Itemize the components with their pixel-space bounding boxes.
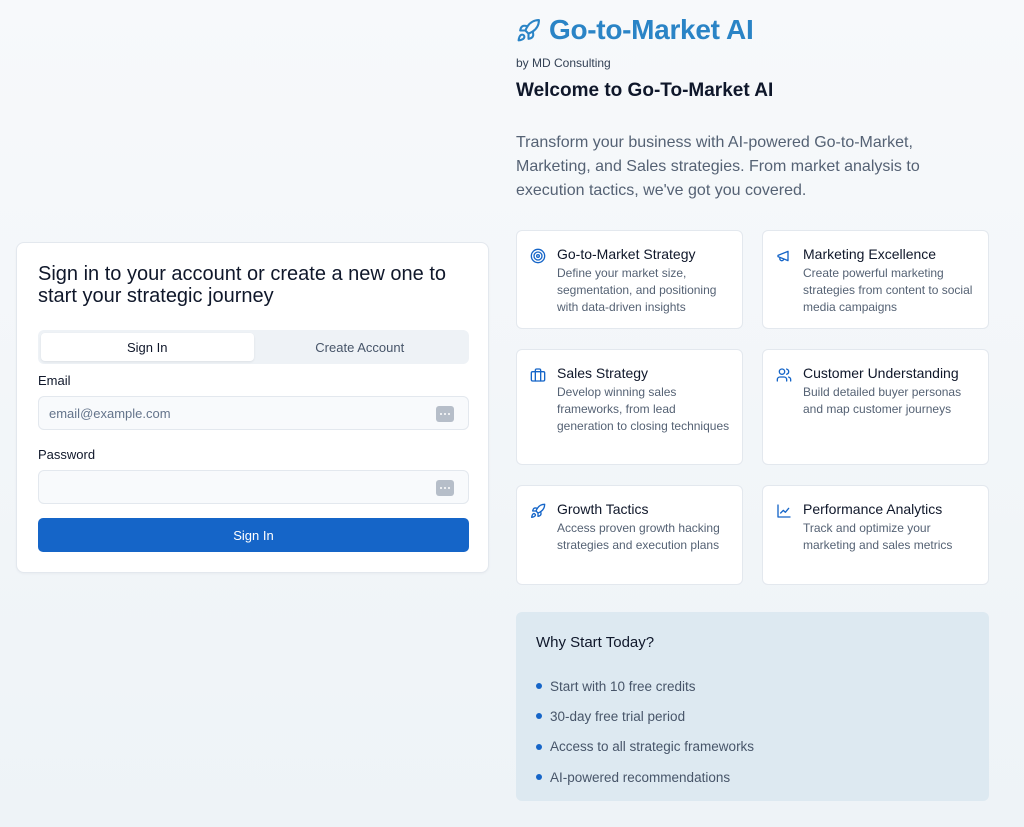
feature-card-analytics: Performance Analytics Track and optimize… [762,485,989,585]
rocket-icon [517,18,540,41]
brand-byline: by MD Consulting [516,56,611,70]
tab-create-account[interactable]: Create Account [254,333,467,361]
feature-description: Build detailed buyer personas and map cu… [803,385,962,416]
auth-tabs: Sign In Create Account [38,330,469,364]
bullet-dot [536,713,542,720]
intro-text: Transform your business with AI-powered … [516,134,920,199]
feature-description: Access proven growth hacking strategies … [557,521,720,552]
password-field[interactable] [39,471,468,503]
brand-name: Go-to-Market AI [549,14,754,45]
feature-description: Define your market size, segmentation, a… [557,266,717,314]
bullet-dot [536,743,542,750]
list-item-text: Start with 10 free credits [550,678,696,694]
megaphone-icon [777,250,789,262]
why-start-today: Why Start Today? Start with 10 free cred… [516,612,989,801]
password-field-wrapper [38,470,469,504]
list-item-text: Access to all strategic frameworks [550,739,755,755]
why-list: Start with 10 free credits 30-day free t… [536,671,754,792]
password-manager-icon[interactable] [436,480,454,496]
rocket-icon [531,503,546,518]
feature-card-growth: Growth Tactics Access proven growth hack… [516,485,743,585]
email-field-wrapper [38,396,469,430]
bullet-dot [536,774,542,781]
why-title: Why Start Today? [536,634,655,651]
feature-title: Marketing Excellence [803,246,937,262]
feature-card-customer: Customer Understanding Build detailed bu… [762,349,989,465]
tab-sign-in[interactable]: Sign In [41,333,254,361]
feature-title: Growth Tactics [557,501,649,517]
briefcase-icon [530,368,546,382]
feature-card-marketing: Marketing Excellence Create powerful mar… [762,230,989,329]
auth-title: Sign in to your account or create a new … [38,263,447,307]
list-item-text: AI-powered recommendations [550,769,731,785]
list-item: AI-powered recommendations [536,762,754,792]
sign-in-button[interactable]: Sign In [38,518,469,552]
feature-title: Customer Understanding [803,365,959,381]
list-item: 30-day free trial period [536,701,754,731]
line-chart-icon [777,504,791,518]
feature-card-gtm-strategy: Go-to-Market Strategy Define your market… [516,230,743,329]
target-icon [530,248,546,264]
users-icon [776,368,792,382]
auth-card: Sign in to your account or create a new … [16,242,489,573]
password-manager-icon[interactable] [436,406,454,422]
page-title: Welcome to Go-To-Market AI [516,80,774,101]
feature-title: Performance Analytics [803,501,943,517]
feature-card-sales: Sales Strategy Develop winning sales fra… [516,349,743,465]
feature-description: Develop winning sales frameworks, from l… [557,385,730,433]
email-label: Email [38,373,71,388]
list-item-text: 30-day free trial period [550,708,686,724]
feature-description: Create powerful marketing strategies fro… [803,266,973,314]
feature-title: Sales Strategy [557,365,649,381]
list-item: Access to all strategic frameworks [536,732,754,762]
feature-description: Track and optimize your marketing and sa… [803,521,953,552]
email-field[interactable] [39,397,468,429]
brand: Go-to-Market AI [516,14,754,46]
password-label: Password [38,447,96,462]
list-item: Start with 10 free credits [536,671,754,701]
bullet-dot [536,683,542,690]
feature-title: Go-to-Market Strategy [557,246,696,262]
